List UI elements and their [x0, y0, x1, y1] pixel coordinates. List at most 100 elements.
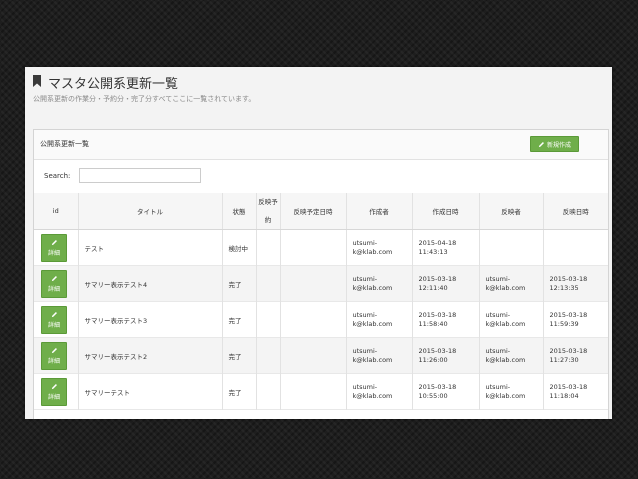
- applier-line2: k@klab.com: [485, 355, 526, 364]
- applier-cell: [479, 229, 544, 266]
- creator-cell: utsumi- k@klab.com: [346, 301, 413, 338]
- table-row: 詳細 テスト 検討中 utsumi- k@klab.com 2015-04-18…: [34, 229, 608, 266]
- detail-button-label: 詳細: [47, 321, 60, 329]
- applied-date: 2015-03-18: [549, 274, 588, 283]
- new-create-button[interactable]: 新規作成: [530, 136, 579, 152]
- column-header-reserved-line1: 反映予: [258, 198, 278, 206]
- applier-line1: utsumi-: [485, 274, 511, 283]
- pencil-icon: [51, 383, 57, 389]
- app-window: マスタ公開系更新一覧 公開系更新の作業分・予約分・完了分すべてここに一覧されてい…: [25, 67, 612, 419]
- scheduled-cell: [280, 337, 347, 374]
- applied-time: 11:18:04: [549, 391, 579, 400]
- applied-cell: 2015-03-18 11:27:30: [543, 338, 608, 374]
- id-cell: 詳細: [34, 373, 79, 410]
- created-time: 11:26:00: [418, 355, 448, 364]
- detail-button[interactable]: 詳細: [41, 269, 67, 298]
- applier-cell: utsumi- k@klab.com: [479, 337, 544, 374]
- id-cell: 詳細: [34, 301, 79, 338]
- column-header-reserved[interactable]: 反映予 約: [256, 193, 281, 230]
- column-header-scheduled[interactable]: 反映予定日時: [280, 193, 347, 230]
- id-cell: 詳細: [34, 265, 79, 302]
- status-cell: 完了: [222, 265, 257, 302]
- applier-cell: utsumi- k@klab.com: [479, 265, 544, 302]
- creator-line1: utsumi-: [352, 310, 378, 319]
- scheduled-cell: [280, 301, 347, 338]
- table-row: 詳細 サマリー表示テスト4 完了 utsumi- k@klab.com 2015…: [34, 265, 608, 302]
- created-date: 2015-03-18: [418, 310, 457, 319]
- created-time: 10:55:00: [418, 391, 448, 400]
- status-cell: 完了: [222, 373, 257, 410]
- applied-date: 2015-03-18: [549, 346, 588, 355]
- applied-cell: 2015-03-18 12:13:35: [543, 266, 608, 302]
- detail-button[interactable]: 詳細: [41, 305, 67, 334]
- table-header-row: id タイトル 状態 反映予 約 反映予定日時 作成者 作成日時 反映者 反映日…: [34, 193, 608, 230]
- title-cell: サマリーテスト: [78, 373, 223, 410]
- created-time: 11:58:40: [418, 319, 448, 328]
- applied-time: 11:59:39: [549, 319, 579, 328]
- reserved-cell: [256, 265, 281, 302]
- detail-button-label: 詳細: [47, 285, 60, 293]
- applied-time: 12:13:35: [549, 283, 579, 292]
- pencil-icon: [51, 239, 57, 245]
- applied-date: 2015-03-18: [549, 382, 588, 391]
- reserved-cell: [256, 337, 281, 374]
- id-cell: 詳細: [34, 229, 79, 266]
- status-cell: 完了: [222, 301, 257, 338]
- detail-button[interactable]: 詳細: [41, 233, 67, 262]
- created-cell: 2015-03-18 10:55:00: [412, 373, 480, 410]
- page-subtitle: 公開系更新の作業分・予約分・完了分すべてここに一覧されています。: [33, 95, 256, 103]
- title-cell: サマリー表示テスト4: [78, 265, 223, 302]
- creator-line1: utsumi-: [352, 238, 378, 247]
- creator-line1: utsumi-: [352, 274, 378, 283]
- applied-cell: 2015-03-18 11:18:04: [543, 374, 608, 410]
- creator-line2: k@klab.com: [352, 355, 393, 364]
- list-panel: 公開系更新一覧 新規作成 Search: id タイトル 状態 反映予 約 反映…: [33, 129, 609, 419]
- applier-line1: utsumi-: [485, 346, 511, 355]
- column-header-applier[interactable]: 反映者: [479, 193, 544, 230]
- created-cell: 2015-03-18 12:11:40: [412, 265, 480, 302]
- search-input[interactable]: [79, 168, 201, 183]
- page-title: マスタ公開系更新一覧: [48, 77, 179, 92]
- applied-cell: [543, 230, 608, 266]
- scheduled-cell: [280, 265, 347, 302]
- detail-button-label: 詳細: [47, 249, 60, 257]
- column-header-reserved-line2: 約: [264, 216, 272, 224]
- applier-line2: k@klab.com: [485, 283, 526, 292]
- creator-cell: utsumi- k@klab.com: [346, 373, 413, 410]
- applier-line2: k@klab.com: [485, 391, 526, 400]
- creator-line2: k@klab.com: [352, 319, 393, 328]
- reserved-cell: [256, 229, 281, 266]
- detail-button-label: 詳細: [47, 357, 60, 365]
- detail-button[interactable]: 詳細: [41, 377, 67, 406]
- table-row: 詳細 サマリーテスト 完了 utsumi- k@klab.com 2015-03…: [34, 373, 608, 410]
- column-header-creator[interactable]: 作成者: [346, 193, 413, 230]
- created-date: 2015-03-18: [418, 346, 457, 355]
- applied-date: 2015-03-18: [549, 310, 588, 319]
- column-header-id[interactable]: id: [34, 193, 79, 230]
- table-row: 詳細 サマリー表示テスト2 完了 utsumi- k@klab.com 2015…: [34, 337, 608, 374]
- pencil-icon: [51, 275, 57, 281]
- scheduled-cell: [280, 373, 347, 410]
- id-cell: 詳細: [34, 337, 79, 374]
- pencil-icon: [51, 347, 57, 353]
- page-header: マスタ公開系更新一覧 公開系更新の作業分・予約分・完了分すべてここに一覧されてい…: [25, 67, 612, 125]
- column-header-created[interactable]: 作成日時: [412, 193, 480, 230]
- pencil-icon: [538, 141, 544, 147]
- created-date: 2015-04-18: [418, 238, 457, 247]
- applied-cell: 2015-03-18 11:59:39: [543, 302, 608, 338]
- column-header-applied[interactable]: 反映日時: [543, 193, 608, 230]
- reserved-cell: [256, 373, 281, 410]
- bookmark-icon: [33, 75, 41, 87]
- creator-line2: k@klab.com: [352, 391, 393, 400]
- detail-button-label: 詳細: [47, 393, 60, 401]
- column-header-status[interactable]: 状態: [222, 193, 257, 230]
- created-cell: 2015-03-18 11:26:00: [412, 337, 480, 374]
- status-cell: 検討中: [222, 229, 257, 266]
- new-create-label: 新規作成: [546, 141, 571, 149]
- scheduled-cell: [280, 229, 347, 266]
- status-cell: 完了: [222, 337, 257, 374]
- detail-button[interactable]: 詳細: [41, 341, 67, 370]
- column-header-title[interactable]: タイトル: [78, 193, 223, 230]
- creator-line2: k@klab.com: [352, 283, 393, 292]
- applied-time: 11:27:30: [549, 355, 579, 364]
